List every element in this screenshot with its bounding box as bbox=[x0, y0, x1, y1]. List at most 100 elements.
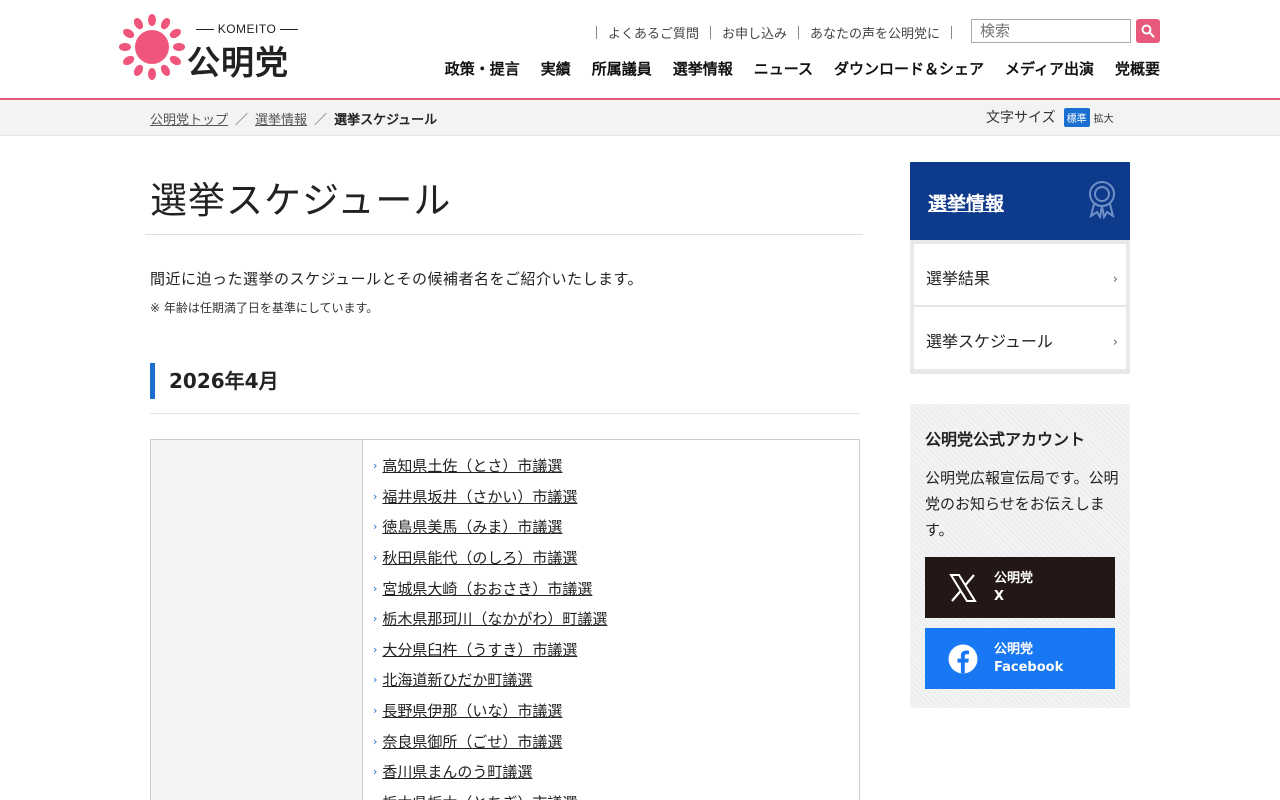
election-link[interactable]: 宮城県大崎（おおさき）市議選 bbox=[382, 577, 592, 601]
accounts-title: 公明党公式アカウント bbox=[925, 430, 1086, 449]
chevron-right-icon: › bbox=[373, 551, 378, 565]
election-link[interactable]: 北海道新ひだか町議選 bbox=[382, 668, 532, 692]
font-size-label: 文字サイズ bbox=[986, 110, 1056, 126]
divider bbox=[798, 25, 800, 39]
list-item: › 栃木県那珂川（なかがわ）町議選 bbox=[373, 604, 607, 635]
election-link[interactable]: 大分県臼杵（うすき）市議選 bbox=[382, 638, 577, 662]
chevron-right-icon: › bbox=[1112, 335, 1118, 350]
x-account-name: 公明党 bbox=[994, 570, 1034, 586]
nav-members[interactable]: 所属議員 bbox=[592, 58, 652, 79]
chevron-right-icon: › bbox=[373, 791, 377, 800]
sidebar-item-schedule[interactable]: 選挙スケジュール › bbox=[914, 307, 1126, 369]
election-link[interactable]: 香川県まんのう町議選 bbox=[382, 760, 532, 784]
chevron-right-icon: › bbox=[373, 765, 378, 779]
logo-brand-jp: 公明党 bbox=[187, 43, 289, 82]
election-link[interactable]: 栃木県栃木（とちぎ）市議選 bbox=[382, 791, 577, 800]
breadcrumb: 公明党トップ ／ 選挙情報 ／ 選挙スケジュール bbox=[150, 109, 437, 128]
apply-link[interactable]: お申し込み bbox=[722, 23, 787, 42]
list-item: › 徳島県美馬（みま）市議選 bbox=[373, 512, 607, 543]
nav-download-share[interactable]: ダウンロード＆シェア bbox=[834, 58, 984, 79]
election-link[interactable]: 徳島県美馬（みま）市議選 bbox=[382, 515, 562, 539]
month-divider bbox=[150, 413, 860, 414]
breadcrumb-bar: 公明党トップ ／ 選挙情報 ／ 選挙スケジュール 文字サイズ 標準 拡大 bbox=[0, 100, 1280, 136]
sun-logo-icon bbox=[119, 14, 185, 80]
list-item: › 大分県臼杵（うすき）市議選 bbox=[373, 635, 607, 666]
sidebar-item-label: 選挙スケジュール bbox=[926, 332, 1053, 351]
title-divider bbox=[145, 234, 863, 235]
x-logo-icon bbox=[945, 570, 981, 606]
nav-media[interactable]: メディア出演 bbox=[1005, 58, 1094, 79]
komeito-logo[interactable]: KOMEITO 公明党 bbox=[119, 14, 309, 82]
chevron-right-icon: › bbox=[373, 673, 378, 687]
x-account-label: 公明党 X bbox=[994, 570, 1033, 606]
sidebar-election-menu: 選挙情報 選挙結果 › 選挙スケジュール › bbox=[910, 162, 1130, 374]
nav-policy[interactable]: 政策・提言 bbox=[445, 58, 520, 79]
chevron-right-icon: › bbox=[373, 489, 378, 503]
election-link[interactable]: 福井県坂井（さかい）市議選 bbox=[382, 485, 577, 509]
facebook-account-label: 公明党 Facebook bbox=[994, 641, 1063, 677]
x-account-button[interactable]: 公明党 X bbox=[925, 557, 1115, 618]
breadcrumb-current: 選挙スケジュール bbox=[334, 113, 438, 128]
search-icon bbox=[1141, 24, 1155, 38]
search-input[interactable] bbox=[971, 19, 1131, 43]
election-link[interactable]: 栃木県那珂川（なかがわ）町議選 bbox=[382, 607, 607, 631]
election-link[interactable]: 長野県伊那（いな）市議選 bbox=[382, 699, 562, 723]
schedule-date-cell bbox=[151, 440, 363, 800]
list-item: › 香川県まんのう町議選 bbox=[373, 757, 607, 788]
rosette-icon bbox=[1089, 181, 1115, 219]
font-size-control: 文字サイズ 標準 拡大 bbox=[986, 107, 1114, 127]
list-item: › 秋田県能代（のしろ）市議選 bbox=[373, 543, 607, 574]
faq-link[interactable]: よくあるご質問 bbox=[608, 23, 699, 42]
logo-brand-en: KOMEITO bbox=[189, 22, 305, 36]
nav-elections[interactable]: 選挙情報 bbox=[673, 58, 733, 79]
age-note: ※ 年齢は任期満了日を基準にしています。 bbox=[150, 301, 379, 315]
breadcrumb-separator: ／ bbox=[235, 113, 249, 128]
list-item: › 福井県坂井（さかい）市議選 bbox=[373, 482, 607, 513]
font-size-standard-button[interactable]: 標準 bbox=[1063, 107, 1090, 127]
divider bbox=[710, 25, 712, 39]
election-link[interactable]: 高知県土佐（とさ）市議選 bbox=[382, 454, 562, 478]
voice-link[interactable]: あなたの声を公明党に bbox=[810, 23, 940, 42]
election-link[interactable]: 秋田県能代（のしろ）市議選 bbox=[382, 546, 577, 570]
nav-achievements[interactable]: 実績 bbox=[541, 58, 571, 79]
font-size-large-button[interactable]: 拡大 bbox=[1094, 110, 1114, 125]
list-item: › 北海道新ひだか町議選 bbox=[373, 665, 607, 696]
breadcrumb-elections[interactable]: 選挙情報 bbox=[255, 113, 307, 128]
sidebar-item-label: 選挙結果 bbox=[926, 269, 991, 288]
facebook-account-name: 公明党 bbox=[994, 641, 1034, 657]
month-heading: 2026年4月 bbox=[150, 363, 279, 399]
schedule-table: › 高知県土佐（とさ）市議選 › 福井県坂井（さかい）市議選 › 徳島県美馬（みま）市… bbox=[150, 439, 860, 800]
list-item: › 宮城県大崎（おおさき）市議選 bbox=[373, 573, 607, 604]
accounts-description: 公明党広報宣伝局です。公明党のお知らせをお伝えします。 bbox=[925, 469, 1119, 539]
nav-news[interactable]: ニュース bbox=[754, 58, 813, 79]
sidebar-item-results[interactable]: 選挙結果 › bbox=[914, 244, 1126, 306]
breadcrumb-home[interactable]: 公明党トップ bbox=[150, 113, 228, 128]
list-item: › 栃木県栃木（とちぎ）市議選 bbox=[373, 788, 607, 800]
chevron-right-icon: › bbox=[1112, 272, 1118, 287]
chevron-right-icon: › bbox=[373, 612, 378, 626]
chevron-right-icon: › bbox=[373, 704, 378, 718]
chevron-right-icon: › bbox=[373, 520, 378, 534]
divider bbox=[951, 25, 953, 39]
chevron-right-icon: › bbox=[373, 734, 378, 748]
divider bbox=[596, 25, 597, 39]
nav-about[interactable]: 党概要 bbox=[1115, 58, 1160, 79]
breadcrumb-separator: ／ bbox=[314, 113, 328, 128]
election-link[interactable]: 奈良県御所（ごせ）市議選 bbox=[382, 730, 562, 754]
official-accounts-box: 公明党公式アカウント 公明党広報宣伝局です。公明党のお知らせをお伝えします。 公… bbox=[910, 404, 1130, 708]
x-account-service: X bbox=[994, 588, 1005, 604]
list-item: › 長野県伊那（いな）市議選 bbox=[373, 696, 607, 727]
list-item: › 高知県土佐（とさ）市議選 bbox=[373, 451, 607, 482]
facebook-logo-icon bbox=[945, 641, 981, 677]
election-list: › 高知県土佐（とさ）市議選 › 福井県坂井（さかい）市議選 › 徳島県美馬（みま）市… bbox=[373, 451, 607, 800]
chevron-right-icon: › bbox=[373, 581, 378, 595]
facebook-account-button[interactable]: 公明党 Facebook bbox=[925, 628, 1115, 689]
sidebar-header: 選挙情報 bbox=[910, 162, 1130, 240]
page-title: 選挙スケジュール bbox=[150, 179, 452, 222]
chevron-right-icon: › bbox=[373, 459, 378, 473]
chevron-right-icon: › bbox=[373, 642, 378, 656]
list-item: › 奈良県御所（ごせ）市議選 bbox=[373, 726, 607, 757]
sidebar-section-title[interactable]: 選挙情報 bbox=[928, 189, 1004, 216]
search-button[interactable] bbox=[1136, 19, 1160, 43]
site-header: KOMEITO 公明党 よくあるご質問 お申し込み あなたの声を公明党に 政策・… bbox=[0, 0, 1280, 100]
